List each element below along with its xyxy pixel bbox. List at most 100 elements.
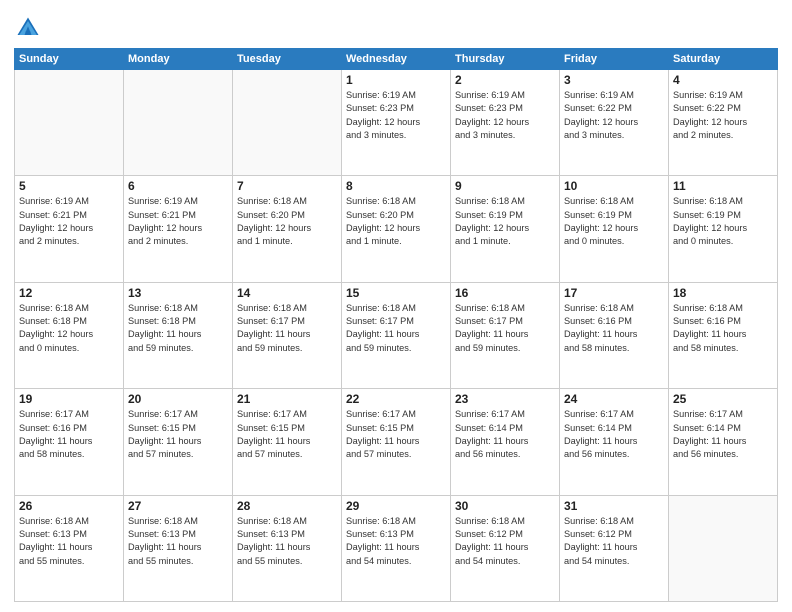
- day-info: Sunrise: 6:18 AM Sunset: 6:13 PM Dayligh…: [19, 515, 119, 568]
- weekday-header-tuesday: Tuesday: [233, 49, 342, 70]
- calendar-cell: 17 Sunrise: 6:18 AM Sunset: 6:16 PM Dayli…: [560, 282, 669, 388]
- calendar-cell: 14 Sunrise: 6:18 AM Sunset: 6:17 PM Dayli…: [233, 282, 342, 388]
- day-info: Sunrise: 6:17 AM Sunset: 6:14 PM Dayligh…: [564, 408, 664, 461]
- day-info: Sunrise: 6:19 AM Sunset: 6:23 PM Dayligh…: [346, 89, 446, 142]
- day-info: Sunrise: 6:17 AM Sunset: 6:15 PM Dayligh…: [346, 408, 446, 461]
- day-info: Sunrise: 6:19 AM Sunset: 6:21 PM Dayligh…: [128, 195, 228, 248]
- day-info: Sunrise: 6:18 AM Sunset: 6:19 PM Dayligh…: [673, 195, 773, 248]
- calendar-cell: 9Sunrise: 6:18 AM Sunset: 6:19 PM Daylig…: [451, 176, 560, 282]
- day-number: 11: [673, 179, 773, 193]
- calendar-cell: [124, 70, 233, 176]
- day-info: Sunrise: 6:18 AM Sunset: 6:20 PM Dayligh…: [237, 195, 337, 248]
- day-number: 8: [346, 179, 446, 193]
- calendar-cell: 5 Sunrise: 6:19 AM Sunset: 6:21 PM Daylig…: [15, 176, 124, 282]
- calendar-cell: 10 Sunrise: 6:18 AM Sunset: 6:19 PM Dayli…: [560, 176, 669, 282]
- day-number: 28: [237, 499, 337, 513]
- day-info: Sunrise: 6:18 AM Sunset: 6:18 PM Dayligh…: [19, 302, 119, 355]
- calendar-cell: 20 Sunrise: 6:17 AM Sunset: 6:15 PM Dayli…: [124, 389, 233, 495]
- logo-icon: [14, 14, 42, 42]
- day-number: 13: [128, 286, 228, 300]
- day-number: 2: [455, 73, 555, 87]
- day-info: Sunrise: 6:19 AM Sunset: 6:22 PM Dayligh…: [673, 89, 773, 142]
- calendar-cell: 22 Sunrise: 6:17 AM Sunset: 6:15 PM Dayli…: [342, 389, 451, 495]
- day-info: Sunrise: 6:18 AM Sunset: 6:17 PM Dayligh…: [455, 302, 555, 355]
- day-info: Sunrise: 6:18 AM Sunset: 6:13 PM Dayligh…: [128, 515, 228, 568]
- day-info: Sunrise: 6:17 AM Sunset: 6:16 PM Dayligh…: [19, 408, 119, 461]
- day-number: 7: [237, 179, 337, 193]
- day-number: 17: [564, 286, 664, 300]
- calendar-cell: 21 Sunrise: 6:17 AM Sunset: 6:15 PM Dayli…: [233, 389, 342, 495]
- day-info: Sunrise: 6:18 AM Sunset: 6:19 PM Dayligh…: [455, 195, 555, 248]
- calendar-cell: 11 Sunrise: 6:18 AM Sunset: 6:19 PM Dayli…: [669, 176, 778, 282]
- day-number: 29: [346, 499, 446, 513]
- day-info: Sunrise: 6:17 AM Sunset: 6:14 PM Dayligh…: [673, 408, 773, 461]
- day-info: Sunrise: 6:18 AM Sunset: 6:16 PM Dayligh…: [673, 302, 773, 355]
- day-info: Sunrise: 6:18 AM Sunset: 6:12 PM Dayligh…: [564, 515, 664, 568]
- day-number: 1: [346, 73, 446, 87]
- day-number: 18: [673, 286, 773, 300]
- calendar-cell: 2Sunrise: 6:19 AM Sunset: 6:23 PM Daylig…: [451, 70, 560, 176]
- day-number: 12: [19, 286, 119, 300]
- day-info: Sunrise: 6:18 AM Sunset: 6:19 PM Dayligh…: [564, 195, 664, 248]
- day-info: Sunrise: 6:17 AM Sunset: 6:14 PM Dayligh…: [455, 408, 555, 461]
- day-number: 31: [564, 499, 664, 513]
- day-info: Sunrise: 6:17 AM Sunset: 6:15 PM Dayligh…: [128, 408, 228, 461]
- day-info: Sunrise: 6:18 AM Sunset: 6:13 PM Dayligh…: [346, 515, 446, 568]
- day-number: 15: [346, 286, 446, 300]
- day-number: 10: [564, 179, 664, 193]
- calendar-cell: 4 Sunrise: 6:19 AM Sunset: 6:22 PM Daylig…: [669, 70, 778, 176]
- weekday-header-saturday: Saturday: [669, 49, 778, 70]
- calendar-cell: 6Sunrise: 6:19 AM Sunset: 6:21 PM Daylig…: [124, 176, 233, 282]
- week-row-0: 1 Sunrise: 6:19 AM Sunset: 6:23 PM Daylig…: [15, 70, 778, 176]
- calendar-cell: 15Sunrise: 6:18 AM Sunset: 6:17 PM Dayli…: [342, 282, 451, 388]
- day-number: 26: [19, 499, 119, 513]
- calendar-cell: 1 Sunrise: 6:19 AM Sunset: 6:23 PM Daylig…: [342, 70, 451, 176]
- calendar-cell: 29 Sunrise: 6:18 AM Sunset: 6:13 PM Dayli…: [342, 495, 451, 601]
- calendar-cell: 30Sunrise: 6:18 AM Sunset: 6:12 PM Dayli…: [451, 495, 560, 601]
- day-info: Sunrise: 6:19 AM Sunset: 6:21 PM Dayligh…: [19, 195, 119, 248]
- calendar-cell: 8 Sunrise: 6:18 AM Sunset: 6:20 PM Daylig…: [342, 176, 451, 282]
- calendar-cell: 25Sunrise: 6:17 AM Sunset: 6:14 PM Dayli…: [669, 389, 778, 495]
- weekday-header-wednesday: Wednesday: [342, 49, 451, 70]
- calendar-cell: [669, 495, 778, 601]
- calendar-cell: [15, 70, 124, 176]
- week-row-3: 19 Sunrise: 6:17 AM Sunset: 6:16 PM Dayli…: [15, 389, 778, 495]
- day-info: Sunrise: 6:18 AM Sunset: 6:13 PM Dayligh…: [237, 515, 337, 568]
- day-info: Sunrise: 6:18 AM Sunset: 6:20 PM Dayligh…: [346, 195, 446, 248]
- day-number: 27: [128, 499, 228, 513]
- day-number: 4: [673, 73, 773, 87]
- calendar-cell: 28 Sunrise: 6:18 AM Sunset: 6:13 PM Dayli…: [233, 495, 342, 601]
- calendar-cell: 16 Sunrise: 6:18 AM Sunset: 6:17 PM Dayli…: [451, 282, 560, 388]
- calendar-cell: 26 Sunrise: 6:18 AM Sunset: 6:13 PM Dayli…: [15, 495, 124, 601]
- day-number: 21: [237, 392, 337, 406]
- page: SundayMondayTuesdayWednesdayThursdayFrid…: [0, 0, 792, 612]
- calendar-cell: 3Sunrise: 6:19 AM Sunset: 6:22 PM Daylig…: [560, 70, 669, 176]
- calendar-cell: 31 Sunrise: 6:18 AM Sunset: 6:12 PM Dayli…: [560, 495, 669, 601]
- weekday-header-thursday: Thursday: [451, 49, 560, 70]
- day-number: 3: [564, 73, 664, 87]
- weekday-header-row: SundayMondayTuesdayWednesdayThursdayFrid…: [15, 49, 778, 70]
- calendar-cell: [233, 70, 342, 176]
- week-row-4: 26 Sunrise: 6:18 AM Sunset: 6:13 PM Dayli…: [15, 495, 778, 601]
- day-number: 23: [455, 392, 555, 406]
- calendar-cell: 12 Sunrise: 6:18 AM Sunset: 6:18 PM Dayli…: [15, 282, 124, 388]
- calendar-cell: 13 Sunrise: 6:18 AM Sunset: 6:18 PM Dayli…: [124, 282, 233, 388]
- day-number: 14: [237, 286, 337, 300]
- day-number: 5: [19, 179, 119, 193]
- day-number: 19: [19, 392, 119, 406]
- day-number: 20: [128, 392, 228, 406]
- weekday-header-friday: Friday: [560, 49, 669, 70]
- day-number: 16: [455, 286, 555, 300]
- logo: [14, 14, 45, 42]
- day-info: Sunrise: 6:17 AM Sunset: 6:15 PM Dayligh…: [237, 408, 337, 461]
- day-info: Sunrise: 6:18 AM Sunset: 6:12 PM Dayligh…: [455, 515, 555, 568]
- calendar-cell: 27 Sunrise: 6:18 AM Sunset: 6:13 PM Dayli…: [124, 495, 233, 601]
- day-info: Sunrise: 6:18 AM Sunset: 6:16 PM Dayligh…: [564, 302, 664, 355]
- calendar-cell: 24 Sunrise: 6:17 AM Sunset: 6:14 PM Dayli…: [560, 389, 669, 495]
- day-info: Sunrise: 6:18 AM Sunset: 6:17 PM Dayligh…: [237, 302, 337, 355]
- day-info: Sunrise: 6:18 AM Sunset: 6:18 PM Dayligh…: [128, 302, 228, 355]
- day-number: 22: [346, 392, 446, 406]
- day-number: 24: [564, 392, 664, 406]
- calendar-cell: 18 Sunrise: 6:18 AM Sunset: 6:16 PM Dayli…: [669, 282, 778, 388]
- header: [14, 10, 778, 42]
